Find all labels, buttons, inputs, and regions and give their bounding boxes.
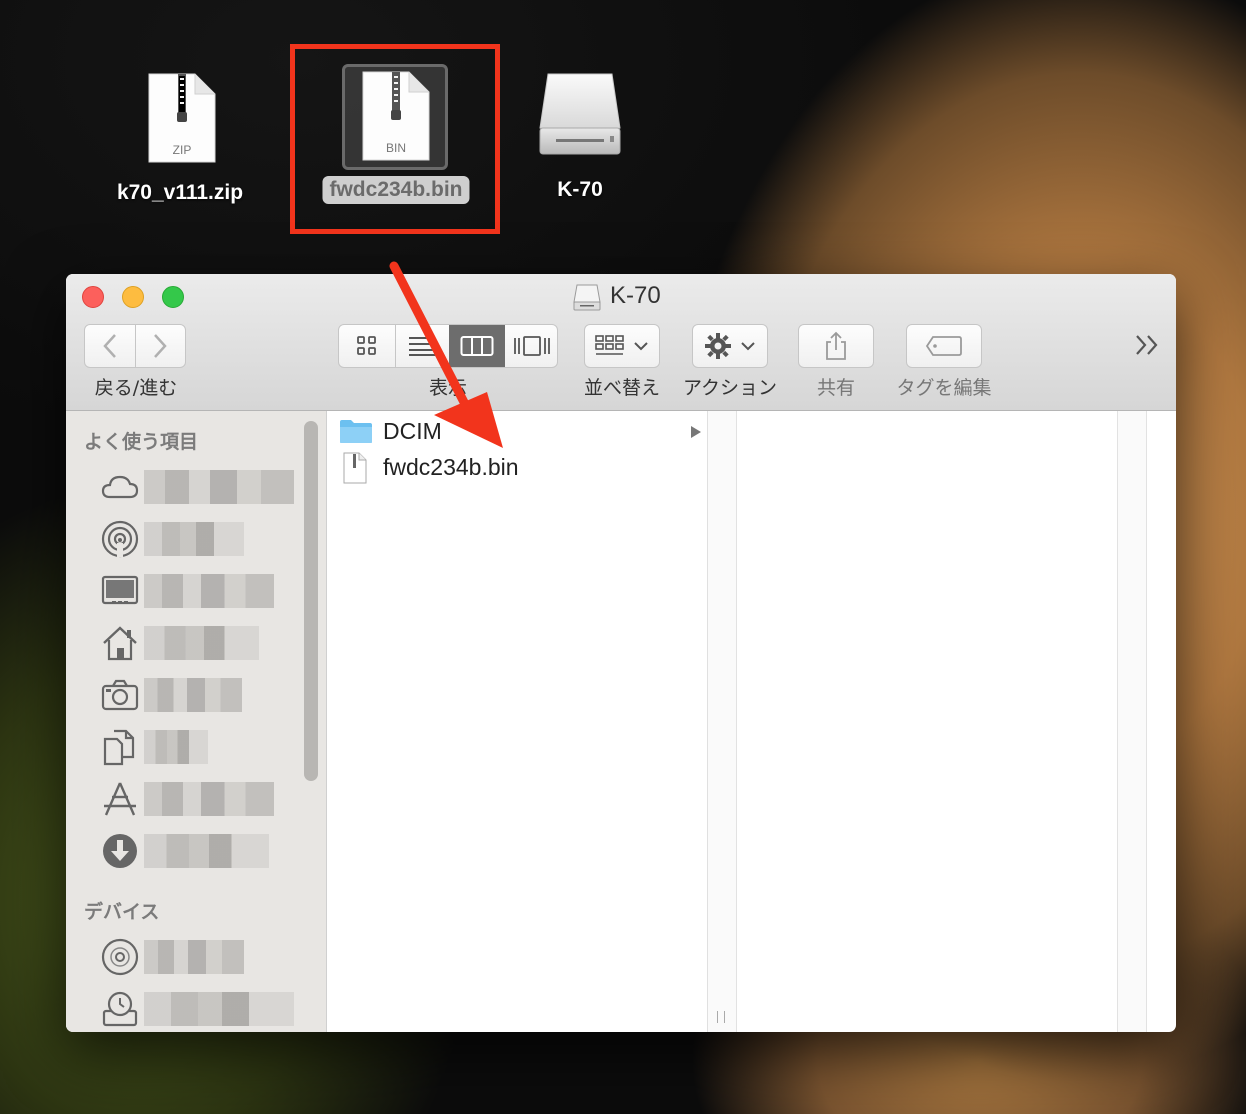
desktop-item-label: k70_v111.zip <box>116 181 244 204</box>
edit-tags-button[interactable] <box>906 324 982 368</box>
sidebar-item[interactable] <box>66 725 301 769</box>
coverflow-view-button[interactable] <box>505 325 559 367</box>
arrange-grid-icon <box>595 335 624 355</box>
sidebar-item[interactable] <box>66 465 301 509</box>
list-item-label: fwdc234b.bin <box>383 454 519 480</box>
gear-icon <box>705 333 731 359</box>
sidebar-item[interactable] <box>66 517 301 561</box>
list-item-label: DCIM <box>383 418 442 444</box>
view-label: 表示 <box>428 377 468 399</box>
window-title: K-70 <box>610 282 661 309</box>
coverflow-icon <box>514 336 550 356</box>
redacted-label <box>144 574 274 608</box>
chevron-down-icon <box>634 342 648 351</box>
arrange-label: 並べ替え <box>583 377 661 399</box>
chevron-right-icon <box>154 334 167 358</box>
redacted-label <box>144 992 294 1026</box>
minimize-button[interactable] <box>122 286 144 308</box>
desktop-item-bin[interactable]: BIN fwdc234b.bin <box>322 60 470 210</box>
chevron-left-icon <box>103 334 116 358</box>
icon-grid-icon <box>357 336 376 355</box>
list-item-folder[interactable]: DCIM <box>327 415 707 449</box>
sidebar-item[interactable] <box>66 935 301 979</box>
disclosure-triangle-icon <box>691 426 701 438</box>
column-resize-handle[interactable] <box>717 1011 725 1023</box>
redacted-label <box>144 626 259 660</box>
double-chevron-right-icon <box>1136 335 1158 355</box>
action-label: アクション <box>682 377 778 399</box>
arrange-button[interactable] <box>584 324 660 368</box>
favorites-header: よく使う項目 <box>84 431 199 453</box>
redacted-label <box>144 782 274 816</box>
chevron-down-icon <box>741 342 755 351</box>
bin-icon-text: BIN <box>386 141 406 155</box>
back-forward-control <box>84 324 186 368</box>
redacted-label <box>144 834 269 868</box>
desktop-icon <box>101 575 139 605</box>
edit-tags-label: タグを編集 <box>896 377 992 399</box>
back-button[interactable] <box>85 325 136 367</box>
bin-file-icon: BIN <box>362 71 430 161</box>
sidebar: よく使う項目 デバイス <box>66 411 327 1032</box>
downloads-icon <box>103 834 137 868</box>
home-icon <box>103 626 137 661</box>
list-item-file[interactable]: fwdc234b.bin <box>327 451 707 485</box>
redacted-label <box>144 678 242 712</box>
close-button[interactable] <box>82 286 104 308</box>
redacted-label <box>144 730 208 764</box>
sidebar-item[interactable] <box>66 673 301 717</box>
applications-icon <box>104 782 136 816</box>
bin-file-small-icon <box>343 452 367 484</box>
external-drive-icon <box>539 73 621 155</box>
sidebar-scrollbar[interactable] <box>304 421 318 781</box>
share-button[interactable] <box>798 324 874 368</box>
desktop-item-label: K-70 <box>557 178 603 201</box>
columns-icon <box>460 336 494 356</box>
column-2 <box>737 411 1118 1032</box>
list-view-button[interactable] <box>395 325 450 367</box>
folder-icon <box>340 420 372 443</box>
redacted-label <box>144 940 244 974</box>
desktop-item-zip[interactable]: ZIP k70_v111.zip <box>116 60 244 210</box>
zip-icon-text: ZIP <box>173 143 192 157</box>
column-resize-strip[interactable] <box>708 411 737 1032</box>
redacted-label <box>144 470 294 504</box>
share-label: 共有 <box>816 377 856 399</box>
titlebar: K-70 戻る/進む 表示 並べ替え アクション 共有 タグを編集 <box>66 274 1176 411</box>
back-forward-label: 戻る/進む <box>94 377 178 399</box>
time-machine-icon <box>102 991 138 1027</box>
forward-button[interactable] <box>136 325 186 367</box>
zoom-button[interactable] <box>162 286 184 308</box>
column-view-button[interactable] <box>449 325 505 367</box>
drive-icon <box>573 284 601 311</box>
devices-header: デバイス <box>84 901 160 923</box>
action-button[interactable] <box>692 324 768 368</box>
zip-archive-icon: ZIP <box>148 73 216 163</box>
airdrop-icon <box>101 520 139 558</box>
column-1: DCIM fwdc234b.bin <box>327 411 708 1032</box>
desktop-item-label-selected: fwdc234b.bin <box>322 176 470 204</box>
camera-icon <box>101 679 139 711</box>
sidebar-item[interactable] <box>66 621 301 665</box>
sidebar-item[interactable] <box>66 777 301 821</box>
sidebar-item[interactable] <box>66 829 301 873</box>
toolbar-overflow-button[interactable] <box>1132 332 1172 362</box>
documents-icon <box>103 729 135 766</box>
column-resize-strip[interactable] <box>1118 411 1147 1032</box>
finder-window: K-70 戻る/進む 表示 並べ替え アクション 共有 タグを編集 よく使う項目… <box>66 274 1176 1032</box>
sidebar-item[interactable] <box>66 569 301 613</box>
share-icon <box>826 331 846 360</box>
view-mode-control <box>338 324 558 368</box>
icloud-icon <box>101 475 139 499</box>
desktop-item-drive[interactable]: K-70 <box>520 60 640 210</box>
sidebar-item[interactable] <box>66 987 301 1031</box>
icon-view-button[interactable] <box>339 325 396 367</box>
disc-icon <box>101 938 139 976</box>
redacted-label <box>144 522 244 556</box>
tag-icon <box>925 336 962 356</box>
list-icon <box>409 337 435 356</box>
